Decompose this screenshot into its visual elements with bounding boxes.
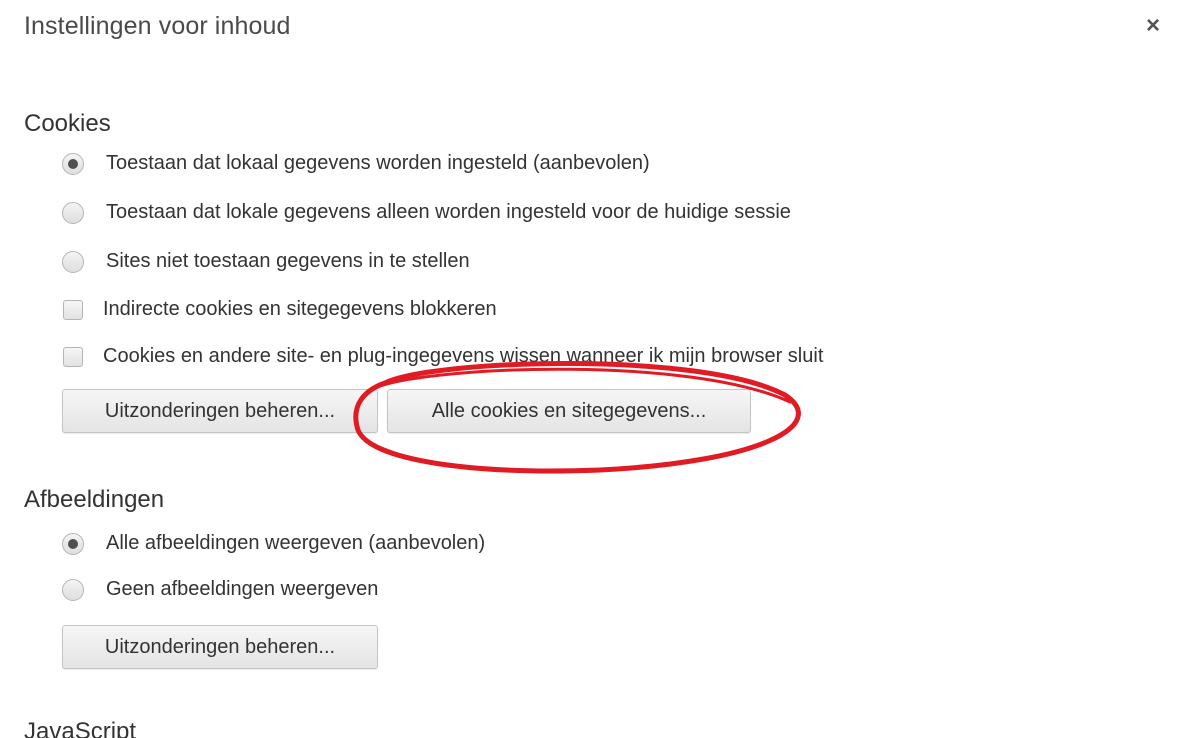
cookies-checkbox-clear-on-exit-label: Cookies en andere site- en plug-ingegeve… [103,345,824,367]
cookies-checkbox-clear-on-exit[interactable]: Cookies en andere site- en plug-ingegeve… [63,345,823,368]
images-radio-show-none-label: Geen afbeeldingen weergeven [106,578,379,600]
checkbox[interactable] [63,346,83,367]
cookies-checkbox-third-party-label: Indirecte cookies en sitegegevens blokke… [103,298,497,320]
cookies-manage-exceptions-button[interactable]: Uitzonderingen beheren... [62,389,378,433]
radio-button[interactable] [62,250,84,273]
dialog-title: Instellingen voor inhoud [24,12,291,40]
cookies-radio-session[interactable]: Toestaan dat lokale gegevens alleen word… [62,201,791,224]
javascript-heading: JavaScript [24,718,137,738]
images-manage-exceptions-button[interactable]: Uitzonderingen beheren... [62,625,378,669]
cookies-radio-block[interactable]: Sites niet toestaan gegevens in te stell… [62,250,470,273]
radio-button[interactable] [62,578,84,601]
radio-button-checked[interactable] [62,532,84,555]
cookies-checkbox-third-party[interactable]: Indirecte cookies en sitegegevens blokke… [63,298,497,321]
images-heading: Afbeeldingen [24,486,165,513]
images-radio-show-all-label: Alle afbeeldingen weergeven (aanbevolen) [106,532,486,554]
cookies-radio-session-label: Toestaan dat lokale gegevens alleen word… [106,201,791,223]
close-icon[interactable]: × [1146,14,1160,38]
cookies-radio-block-label: Sites niet toestaan gegevens in te stell… [106,250,470,272]
all-cookies-site-data-button[interactable]: Alle cookies en sitegegevens... [387,389,751,433]
cookies-radio-allow-label: Toestaan dat lokaal gegevens worden inge… [106,152,650,174]
cookies-heading: Cookies [24,110,111,137]
cookies-radio-allow[interactable]: Toestaan dat lokaal gegevens worden inge… [62,152,650,175]
checkbox[interactable] [63,299,83,320]
images-radio-show-all[interactable]: Alle afbeeldingen weergeven (aanbevolen) [62,532,485,555]
radio-button[interactable] [62,201,84,224]
images-radio-show-none[interactable]: Geen afbeeldingen weergeven [62,578,378,601]
radio-button-checked[interactable] [62,152,84,175]
